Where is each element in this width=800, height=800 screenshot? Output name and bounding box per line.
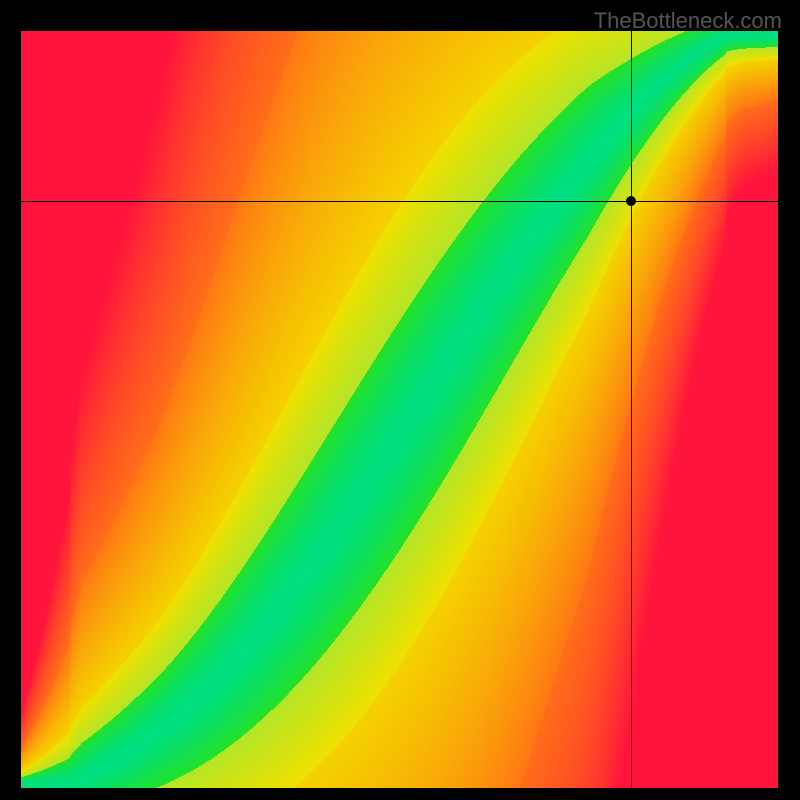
crosshair-vertical (631, 31, 632, 788)
watermark-text: TheBottleneck.com (594, 8, 782, 34)
marker-point (626, 196, 636, 206)
heatmap-canvas (21, 31, 778, 788)
chart-container: TheBottleneck.com (0, 0, 800, 800)
crosshair-horizontal (21, 201, 778, 202)
heatmap-plot (21, 31, 778, 788)
